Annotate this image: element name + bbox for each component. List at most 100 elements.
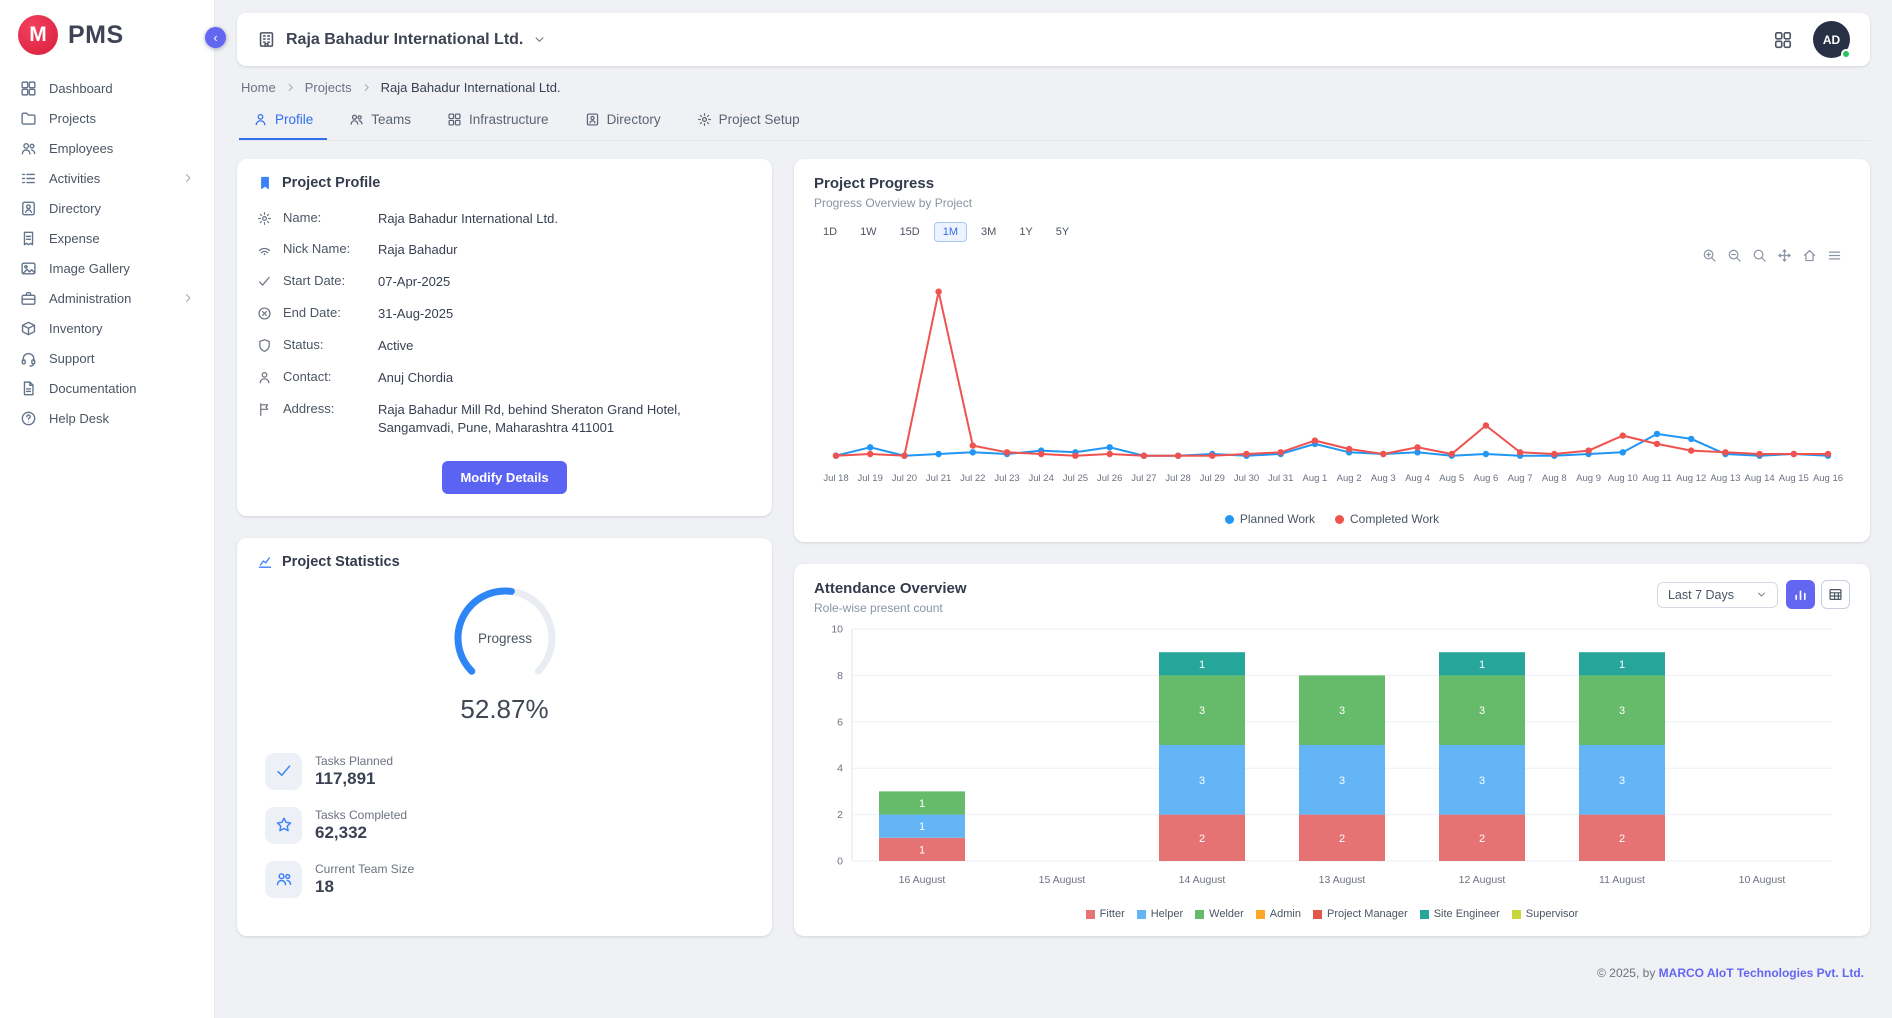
legend-welder[interactable]: Welder <box>1195 908 1244 920</box>
svg-text:Jul 29: Jul 29 <box>1200 473 1225 484</box>
check-icon <box>265 753 302 790</box>
sidebar-item-projects[interactable]: Projects <box>0 103 214 133</box>
profile-field-contact: Contact:Anuj Chordia <box>257 362 752 394</box>
sidebar-item-label: Documentation <box>49 381 136 396</box>
line-chart-legend: Planned Work Completed Work <box>814 512 1850 526</box>
company-selector[interactable]: Raja Bahadur International Ltd. <box>257 30 546 49</box>
sidebar-item-inventory[interactable]: Inventory <box>0 313 214 343</box>
profile-field-nick-name: Nick Name:Raja Bahadur <box>257 235 752 267</box>
tab-label: Profile <box>275 112 313 127</box>
sidebar-item-administration[interactable]: Administration <box>0 283 214 313</box>
sidebar-item-documentation[interactable]: Documentation <box>0 373 214 403</box>
tab-teams[interactable]: Teams <box>335 103 425 140</box>
receipt-icon <box>20 230 37 247</box>
attendance-header: Attendance Overview Role-wise present co… <box>814 580 1850 615</box>
breadcrumb: Home Projects Raja Bahadur International L… <box>237 66 1870 101</box>
chart-line-icon <box>257 554 273 570</box>
sidebar-item-employees[interactable]: Employees <box>0 133 214 163</box>
sidebar-item-label: Image Gallery <box>49 261 130 276</box>
footer-company-link[interactable]: MARCO AIoT Technologies Pvt. Ltd. <box>1659 966 1864 980</box>
svg-text:Aug 15: Aug 15 <box>1779 473 1809 484</box>
pan-icon[interactable] <box>1777 248 1792 263</box>
attendance-card-subtitle: Role-wise present count <box>814 601 967 615</box>
tab-label: Infrastructure <box>469 112 549 127</box>
legend-label: Supervisor <box>1526 908 1579 920</box>
profile-card-title: Project Profile <box>257 175 752 191</box>
avatar-initials: AD <box>1823 33 1840 47</box>
main-area: Raja Bahadur International Ltd. AD Home P… <box>215 0 1892 992</box>
svg-text:10 August: 10 August <box>1739 874 1786 886</box>
range-1m[interactable]: 1M <box>934 222 967 242</box>
range-1y[interactable]: 1Y <box>1010 222 1041 242</box>
online-status-dot <box>1841 49 1851 59</box>
sidebar-item-help-desk[interactable]: Help Desk <box>0 403 214 433</box>
folder-icon <box>20 110 37 127</box>
tab-project-setup[interactable]: Project Setup <box>683 103 814 140</box>
field-label: Status: <box>283 337 367 352</box>
legend-fitter[interactable]: Fitter <box>1086 908 1125 920</box>
menu-icon[interactable] <box>1827 248 1842 263</box>
search-icon[interactable] <box>1752 248 1767 263</box>
sidebar-item-directory[interactable]: Directory <box>0 193 214 223</box>
breadcrumb-item[interactable]: Raja Bahadur International Ltd. <box>381 80 561 95</box>
range-1d[interactable]: 1D <box>814 222 846 242</box>
sidebar-item-activities[interactable]: Activities <box>0 163 214 193</box>
legend-admin[interactable]: Admin <box>1256 908 1301 920</box>
svg-text:3: 3 <box>1339 775 1345 787</box>
tab-infrastructure[interactable]: Infrastructure <box>433 103 563 140</box>
apps-icon <box>447 112 462 127</box>
legend-project-manager[interactable]: Project Manager <box>1313 908 1408 920</box>
legend-label: Completed Work <box>1350 512 1439 526</box>
field-label: Contact: <box>283 369 367 384</box>
breadcrumb-item[interactable]: Projects <box>305 80 352 95</box>
tab-label: Project Setup <box>719 112 800 127</box>
svg-text:4: 4 <box>837 763 843 775</box>
svg-text:Aug 5: Aug 5 <box>1439 473 1464 484</box>
attendance-bar-chart: 024681011116 August15 August233114 Augus… <box>814 615 1850 903</box>
home-icon[interactable] <box>1802 248 1817 263</box>
breadcrumb-item[interactable]: Home <box>241 80 276 95</box>
sidebar-item-label: Expense <box>49 231 100 246</box>
profile-field-address: Address:Raja Bahadur Mill Rd, behind She… <box>257 394 752 445</box>
sidebar-item-support[interactable]: Support <box>0 343 214 373</box>
progress-card-subtitle: Progress Overview by Project <box>814 196 1850 210</box>
view-table-button[interactable] <box>1821 580 1850 609</box>
sidebar-collapse-button[interactable]: ‹ <box>205 27 226 48</box>
bar-chart-legend: Fitter Helper Welder Admin Project Manager Si… <box>814 908 1850 920</box>
zoom-out-icon[interactable] <box>1727 248 1742 263</box>
company-name: Raja Bahadur International Ltd. <box>286 31 523 49</box>
logo[interactable]: M PMS <box>0 0 214 65</box>
attendance-card-title: Attendance Overview <box>814 580 967 597</box>
range-15d[interactable]: 15D <box>891 222 929 242</box>
legend-swatch <box>1256 910 1265 919</box>
profile-field-name: Name:Raja Bahadur International Ltd. <box>257 203 752 235</box>
zoom-in-icon[interactable] <box>1702 248 1717 263</box>
sidebar-item-dashboard[interactable]: Dashboard <box>0 73 214 103</box>
sidebar-item-image-gallery[interactable]: Image Gallery <box>0 253 214 283</box>
tab-directory[interactable]: Directory <box>571 103 675 140</box>
progress-gauge: Progress 52.87% <box>257 580 752 725</box>
svg-text:3: 3 <box>1479 775 1485 787</box>
legend-helper[interactable]: Helper <box>1137 908 1183 920</box>
tab-profile[interactable]: Profile <box>239 103 327 140</box>
legend-site-engineer[interactable]: Site Engineer <box>1420 908 1500 920</box>
modify-details-button[interactable]: Modify Details <box>442 461 566 494</box>
legend-completed-work[interactable]: Completed Work <box>1335 512 1439 526</box>
svg-text:2: 2 <box>837 809 843 821</box>
legend-supervisor[interactable]: Supervisor <box>1512 908 1579 920</box>
progress-gauge-arc: Progress <box>445 580 565 694</box>
sidebar-item-label: Dashboard <box>49 81 113 96</box>
apps-grid-icon[interactable] <box>1773 30 1793 50</box>
sidebar-item-expense[interactable]: Expense <box>0 223 214 253</box>
sidebar-item-label: Administration <box>49 291 131 306</box>
svg-text:1: 1 <box>919 821 925 833</box>
view-bar-chart-button[interactable] <box>1786 580 1815 609</box>
profile-field-status: Status:Active <box>257 330 752 362</box>
range-1w[interactable]: 1W <box>851 222 886 242</box>
attendance-range-select[interactable]: Last 7 Days <box>1657 582 1778 608</box>
svg-text:Jul 27: Jul 27 <box>1131 473 1156 484</box>
user-avatar[interactable]: AD <box>1813 21 1850 58</box>
range-3m[interactable]: 3M <box>972 222 1005 242</box>
legend-planned-work[interactable]: Planned Work <box>1225 512 1315 526</box>
range-5y[interactable]: 5Y <box>1047 222 1078 242</box>
